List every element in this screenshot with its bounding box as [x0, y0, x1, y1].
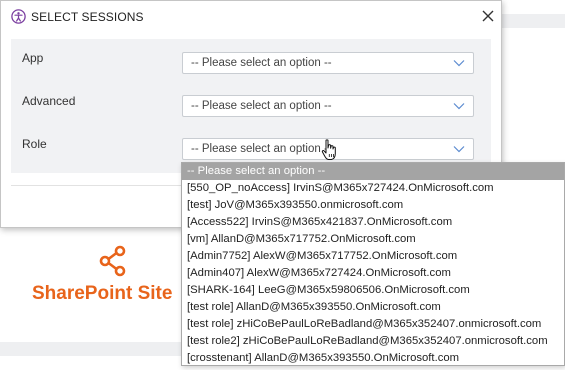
- dropdown-option[interactable]: [Admin407] AlexW@M365x727424.OnMicrosoft…: [182, 265, 564, 282]
- dropdown-option[interactable]: [SHARK-164] LeeG@M365x59806506.OnMicroso…: [182, 282, 564, 299]
- dialog-header: SELECT SESSIONS: [1, 1, 501, 33]
- advanced-select[interactable]: -- Please select an option --: [182, 95, 474, 117]
- field-label-role: Role: [22, 137, 47, 151]
- dropdown-option[interactable]: [Access522] IrvinS@M365x421837.OnMicroso…: [182, 214, 564, 231]
- dropdown-option[interactable]: [test role] zHiCoBePaulLoReBadland@M365x…: [182, 316, 564, 333]
- app-select[interactable]: -- Please select an option --: [182, 52, 474, 74]
- form-row-advanced: Advanced -- Please select an option --: [11, 87, 491, 125]
- dropdown-option[interactable]: [crosstenant] AllanD@M365x393550.OnMicro…: [182, 350, 564, 367]
- dropdown-option[interactable]: [550_OP_noAccess] IrvinS@M365x727424.OnM…: [182, 180, 564, 197]
- chevron-down-icon: [453, 146, 465, 153]
- dialog-form: App -- Please select an option -- Advanc…: [11, 39, 491, 173]
- dropdown-option[interactable]: [vm] AllanD@M365x717752.OnMicrosoft.com: [182, 231, 564, 248]
- close-icon[interactable]: [479, 7, 497, 25]
- background-band-top: [494, 14, 565, 28]
- share-icon: [99, 245, 126, 277]
- advanced-select-value: -- Please select an option --: [191, 100, 332, 112]
- field-label-app: App: [22, 51, 44, 65]
- form-row-app: App -- Please select an option --: [11, 44, 491, 82]
- dropdown-option[interactable]: [Admin7752] AlexW@M365x717752.OnMicrosof…: [182, 248, 564, 265]
- dropdown-option-placeholder[interactable]: -- Please select an option --: [182, 163, 564, 180]
- hand-cursor-icon: [321, 139, 336, 160]
- chevron-down-icon: [453, 60, 465, 67]
- app-select-value: -- Please select an option --: [191, 57, 332, 69]
- site-title[interactable]: SharePoint Site: [32, 283, 172, 305]
- dropdown-option[interactable]: [test role] AllanD@M365x393550.OnMicroso…: [182, 299, 564, 316]
- field-label-advanced: Advanced: [22, 94, 76, 108]
- dropdown-option[interactable]: [test role2] zHiCoBePaulLoReBadland@M365…: [182, 333, 564, 350]
- accessibility-icon: [11, 9, 26, 24]
- dropdown-option[interactable]: [test] JoV@M365x393550.onmicrosoft.com: [182, 197, 564, 214]
- dialog-title: SELECT SESSIONS: [31, 10, 144, 24]
- role-options-list: -- Please select an option -- [550_OP_noA…: [181, 162, 565, 366]
- chevron-down-icon: [453, 103, 465, 110]
- role-select-value: -- Please select an option --: [191, 143, 332, 155]
